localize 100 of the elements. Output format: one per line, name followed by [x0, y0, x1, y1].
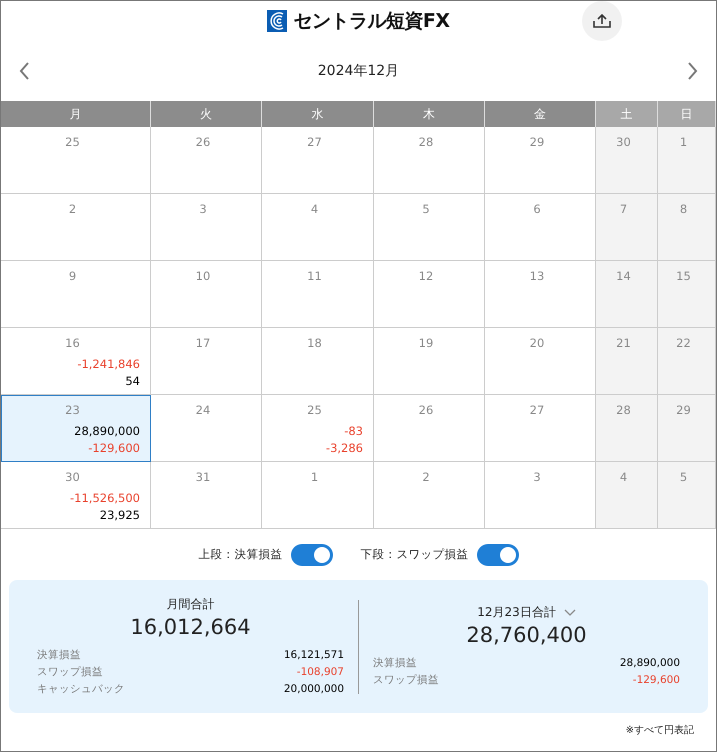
day-cell[interactable]: 21	[596, 328, 658, 395]
amount: 28,890,000	[74, 423, 140, 440]
day-number: 3	[199, 202, 207, 216]
day-cell[interactable]: 11	[262, 261, 374, 328]
day-number: 1	[680, 135, 688, 149]
day-number: 28	[418, 135, 434, 149]
amount: -11,526,500	[70, 490, 140, 507]
day-number: 18	[307, 336, 322, 350]
upload-button[interactable]	[582, 1, 622, 41]
day-cell[interactable]: 6	[485, 194, 596, 261]
day-cell[interactable]: 4	[596, 462, 658, 529]
day-number: 29	[530, 135, 544, 149]
day-number: 13	[530, 269, 544, 283]
day-cell[interactable]: 12	[374, 261, 485, 328]
day-number: 8	[680, 202, 688, 216]
summary-label: 決算損益	[373, 656, 417, 671]
summary-title: 12月23日合計	[477, 604, 556, 621]
weekday-header: 日	[658, 101, 716, 127]
summary-value: 28,890,000	[620, 656, 680, 671]
day-cell[interactable]: 3	[485, 462, 596, 529]
day-cell[interactable]: 24	[151, 395, 262, 462]
day-cell[interactable]: 5	[658, 462, 716, 529]
logo-icon	[267, 10, 288, 32]
day-cell[interactable]: 1	[262, 462, 374, 529]
day-cell[interactable]: 15	[658, 261, 716, 328]
day-cell[interactable]: 5	[374, 194, 485, 261]
day-cell[interactable]: 18	[262, 328, 374, 395]
day-number: 14	[616, 269, 631, 283]
weekday-header: 火	[151, 101, 262, 127]
day-cell[interactable]: 17	[151, 328, 262, 395]
day-cell[interactable]: 9	[1, 261, 151, 328]
summary-value: 16,121,571	[284, 648, 344, 662]
day-number: 15	[676, 269, 691, 283]
weekday-header: 木	[374, 101, 485, 127]
toggle-label: 上段：決算損益	[198, 547, 282, 562]
day-cell[interactable]: 29	[485, 127, 596, 194]
day-cell[interactable]: 16 -1,241,846 54	[1, 328, 151, 395]
day-cell[interactable]: 22	[658, 328, 716, 395]
day-cell[interactable]: 4	[262, 194, 374, 261]
amount: -129,600	[88, 440, 140, 457]
day-number: 24	[196, 403, 210, 417]
day-cell[interactable]: 3	[151, 194, 262, 261]
day-number: 4	[310, 202, 318, 216]
toggle-label: 下段：スワップ損益	[360, 547, 468, 562]
chevron-down-icon[interactable]	[564, 608, 576, 616]
day-number: 25	[65, 135, 80, 149]
toggle-switch[interactable]	[290, 544, 332, 566]
day-cell[interactable]: 20	[485, 328, 596, 395]
chevron-right-icon	[688, 62, 698, 80]
day-number: 27	[530, 403, 544, 417]
day-cell[interactable]: 10	[151, 261, 262, 328]
day-number: 3	[533, 470, 541, 484]
day-number: 16	[65, 336, 80, 350]
logo-text: セントラル短資FX	[293, 9, 450, 34]
day-number: 27	[307, 135, 322, 149]
day-number: 31	[196, 470, 210, 484]
upload-icon	[593, 14, 611, 28]
day-cell[interactable]: 25 -83 -3,286	[262, 395, 374, 462]
weekday-header: 金	[485, 101, 596, 127]
day-cell[interactable]: 28	[374, 127, 485, 194]
day-number: 9	[68, 269, 76, 283]
day-number: 22	[676, 336, 691, 350]
day-number: 23	[65, 403, 80, 417]
day-cell[interactable]: 13	[485, 261, 596, 328]
day-cell[interactable]: 7	[596, 194, 658, 261]
weekday-header: 土	[596, 101, 658, 127]
day-cell[interactable]: 14	[596, 261, 658, 328]
amount: -83	[344, 423, 363, 440]
day-cell[interactable]: 27	[262, 127, 374, 194]
toggle-switch[interactable]	[476, 544, 518, 566]
day-cell[interactable]: 19	[374, 328, 485, 395]
day-number: 19	[418, 336, 434, 350]
day-cell[interactable]: 23 28,890,000 -129,600	[1, 395, 151, 462]
amount: 54	[125, 373, 140, 390]
weekday-header: 月	[1, 101, 151, 127]
day-cell[interactable]: 29	[658, 395, 716, 462]
day-cell[interactable]: 2	[374, 462, 485, 529]
day-cell[interactable]: 2	[1, 194, 151, 261]
day-cell[interactable]: 1	[658, 127, 716, 194]
day-cell[interactable]: 30	[596, 127, 658, 194]
day-number: 5	[422, 202, 430, 216]
summary-label: スワップ損益	[373, 673, 439, 688]
day-number: 6	[533, 202, 541, 216]
day-cell[interactable]: 27	[485, 395, 596, 462]
day-number: 1	[310, 470, 318, 484]
chevron-left-icon	[19, 62, 29, 80]
day-cell[interactable]: 26	[374, 395, 485, 462]
summary-label: スワップ損益	[37, 664, 103, 680]
day-number: 5	[680, 470, 688, 484]
weekday-header: 水	[262, 101, 374, 127]
day-number: 28	[616, 403, 631, 417]
summary-label: 決算損益	[37, 648, 81, 662]
day-cell[interactable]: 31	[151, 462, 262, 529]
day-cell[interactable]: 28	[596, 395, 658, 462]
day-cell[interactable]: 25	[1, 127, 151, 194]
day-number: 2	[68, 202, 76, 216]
day-cell[interactable]: 30 -11,526,500 23,925	[1, 462, 151, 529]
day-cell[interactable]: 26	[151, 127, 262, 194]
day-number: 21	[616, 336, 631, 350]
day-cell[interactable]: 8	[658, 194, 716, 261]
